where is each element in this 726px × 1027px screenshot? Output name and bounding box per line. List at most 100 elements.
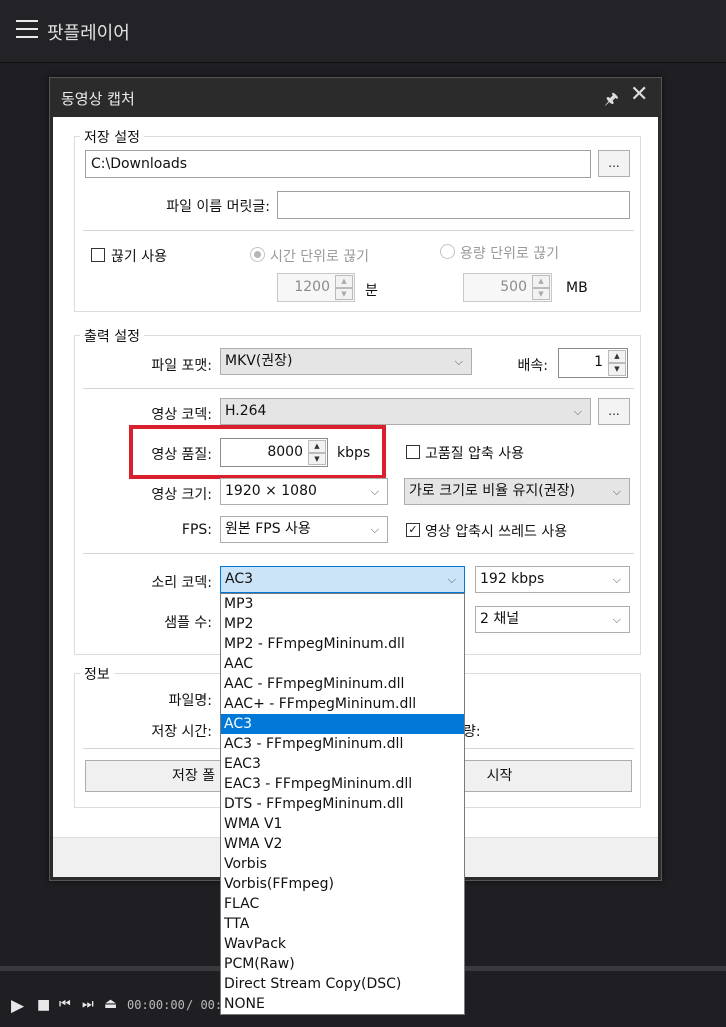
audio-codec-option[interactable]: PCM(Raw) bbox=[221, 954, 464, 974]
chevron-down-icon: ⌵ bbox=[447, 573, 456, 586]
separator bbox=[83, 388, 634, 389]
video-size-select[interactable]: 1920 × 1080 ⌵ bbox=[220, 478, 388, 505]
spin-down-icon[interactable]: ▼ bbox=[532, 287, 550, 300]
save-settings-legend: 저장 설정 bbox=[80, 127, 144, 147]
audio-codec-option[interactable]: AAC bbox=[221, 654, 464, 674]
audio-codec-option[interactable]: Vorbis(FFmpeg) bbox=[221, 874, 464, 894]
audio-codec-option[interactable]: MP2 bbox=[221, 614, 464, 634]
format-select[interactable]: MKV(권장) ⌵ bbox=[220, 348, 472, 375]
audio-codec-option[interactable]: Direct Stream Copy(DSC) bbox=[221, 974, 464, 994]
prefix-input[interactable] bbox=[277, 191, 630, 219]
chevron-down-icon: ⌵ bbox=[573, 405, 582, 418]
audio-codec-option[interactable]: EAC3 - FFmpegMininum.dll bbox=[221, 774, 464, 794]
separator bbox=[83, 553, 634, 554]
format-label: 파일 포맷: bbox=[151, 358, 212, 374]
spin-down-icon[interactable]: ▼ bbox=[335, 287, 353, 300]
fps-value: 원본 FPS 사용 bbox=[225, 521, 311, 537]
separator bbox=[83, 230, 634, 231]
prefix-label: 파일 이름 머릿글: bbox=[166, 199, 270, 215]
save-time-label: 저장 시간: bbox=[151, 724, 212, 740]
next-icon[interactable]: ⏭ bbox=[82, 997, 94, 1012]
play-icon[interactable]: ▶ bbox=[11, 996, 24, 1016]
video-codec-value: H.264 bbox=[225, 403, 267, 419]
video-size-label: 영상 크기: bbox=[151, 487, 212, 503]
thread-label: 영상 압축시 쓰레드 사용 bbox=[425, 524, 568, 540]
time-split-radio[interactable] bbox=[250, 247, 265, 262]
video-size-value: 1920 × 1080 bbox=[225, 483, 317, 499]
audio-codec-option[interactable]: WMA V1 bbox=[221, 814, 464, 834]
size-split-stepper[interactable]: 500 ▲ ▼ bbox=[463, 273, 552, 302]
size-unit-label: MB bbox=[566, 280, 588, 296]
spin-up-icon[interactable]: ▲ bbox=[335, 275, 353, 288]
audio-codec-option[interactable]: WavPack bbox=[221, 934, 464, 954]
chevron-down-icon: ⌵ bbox=[612, 613, 621, 626]
size-split-radio[interactable] bbox=[440, 244, 455, 259]
chevron-down-icon: ⌵ bbox=[454, 355, 463, 368]
high-quality-checkbox[interactable] bbox=[406, 445, 420, 459]
video-codec-label: 영상 코덱: bbox=[151, 407, 212, 423]
sample-rate-label: 샘플 수: bbox=[164, 615, 212, 631]
info-partial-label: 량: bbox=[463, 724, 481, 740]
audio-codec-option[interactable]: AAC - FFmpegMininum.dll bbox=[221, 674, 464, 694]
fps-label: FPS: bbox=[181, 522, 212, 538]
video-codec-options-button[interactable]: ... bbox=[598, 398, 630, 425]
split-label: 끊기 사용 bbox=[111, 249, 167, 265]
audio-codec-option[interactable]: AC3 - FFmpegMininum.dll bbox=[221, 734, 464, 754]
thread-checkbox[interactable]: ✓ bbox=[406, 523, 420, 537]
size-split-value: 500 bbox=[500, 279, 527, 295]
video-codec-select[interactable]: H.264 ⌵ bbox=[220, 398, 591, 425]
eject-icon[interactable]: ⏏ bbox=[104, 996, 117, 1012]
filename-label: 파일명: bbox=[168, 693, 212, 709]
audio-bitrate-value: 192 kbps bbox=[480, 571, 545, 587]
app-title: 팟플레이어 bbox=[47, 23, 130, 44]
audio-codec-option[interactable]: DTS - FFmpegMininum.dll bbox=[221, 794, 464, 814]
time-split-label: 시간 단위로 끊기 bbox=[270, 249, 370, 265]
quality-highlight-box bbox=[129, 425, 386, 479]
audio-codec-option[interactable]: EAC3 bbox=[221, 754, 464, 774]
chevron-down-icon: ⌵ bbox=[370, 523, 379, 536]
audio-codec-option[interactable]: TTA bbox=[221, 914, 464, 934]
audio-codec-select[interactable]: AC3 ⌵ bbox=[220, 566, 465, 593]
spin-up-icon[interactable]: ▲ bbox=[608, 350, 626, 363]
output-settings-legend: 출력 설정 bbox=[80, 326, 144, 346]
stop-icon[interactable]: ■ bbox=[37, 997, 50, 1013]
previous-icon[interactable]: ⏮ bbox=[59, 997, 71, 1012]
audio-codec-option[interactable]: AC3 bbox=[221, 714, 464, 734]
format-value: MKV(권장) bbox=[225, 353, 293, 369]
aspect-select[interactable]: 가로 크기로 비율 유지(권장) ⌵ bbox=[404, 478, 630, 505]
fps-select[interactable]: 원본 FPS 사용 ⌵ bbox=[220, 516, 388, 543]
audio-codec-option[interactable]: WMA V2 bbox=[221, 834, 464, 854]
aspect-value: 가로 크기로 비율 유지(권장) bbox=[409, 483, 575, 499]
speed-label: 배속: bbox=[517, 358, 548, 374]
close-icon[interactable]: ✕ bbox=[630, 84, 648, 106]
spin-down-icon[interactable]: ▼ bbox=[608, 363, 626, 376]
browse-path-button[interactable]: ... bbox=[598, 150, 630, 177]
audio-codec-option[interactable]: Vorbis bbox=[221, 854, 464, 874]
audio-codec-option[interactable]: FLAC bbox=[221, 894, 464, 914]
time-split-stepper[interactable]: 1200 ▲ ▼ bbox=[277, 273, 355, 302]
audio-codec-option[interactable]: NONE bbox=[221, 994, 464, 1014]
audio-codec-label: 소리 코덱: bbox=[151, 575, 212, 591]
speed-stepper[interactable]: 1 ▲ ▼ bbox=[558, 348, 628, 378]
high-quality-label: 고품질 압축 사용 bbox=[425, 446, 525, 462]
audio-bitrate-select[interactable]: 192 kbps ⌵ bbox=[475, 566, 630, 593]
pin-icon[interactable]: 🖈 bbox=[604, 88, 619, 115]
dialog-title: 동영상 캡처 bbox=[61, 90, 135, 108]
channels-select[interactable]: 2 채널 ⌵ bbox=[475, 606, 630, 633]
audio-codec-dropdown: MP3 MP2 MP2 - FFmpegMininum.dll AAC AAC - FF… bbox=[220, 593, 465, 1015]
size-split-label: 용량 단위로 끊기 bbox=[460, 246, 560, 262]
save-path-input[interactable]: C:\Downloads bbox=[85, 150, 591, 178]
audio-codec-option[interactable]: MP3 bbox=[221, 594, 464, 614]
speed-value: 1 bbox=[594, 354, 603, 370]
split-checkbox[interactable] bbox=[91, 248, 105, 262]
audio-codec-value: AC3 bbox=[225, 571, 254, 587]
time-unit-label: 분 bbox=[365, 283, 378, 299]
chevron-down-icon: ⌵ bbox=[370, 485, 379, 498]
audio-codec-option[interactable]: MP2 - FFmpegMininum.dll bbox=[221, 634, 464, 654]
info-legend: 정보 bbox=[80, 664, 114, 684]
spin-up-icon[interactable]: ▲ bbox=[532, 275, 550, 288]
chevron-down-icon: ⌵ bbox=[612, 573, 621, 586]
audio-codec-option[interactable]: AAC+ - FFmpegMininum.dll bbox=[221, 694, 464, 714]
open-folder-button-label: 저장 폴 bbox=[172, 768, 216, 784]
menu-icon[interactable] bbox=[16, 20, 38, 38]
